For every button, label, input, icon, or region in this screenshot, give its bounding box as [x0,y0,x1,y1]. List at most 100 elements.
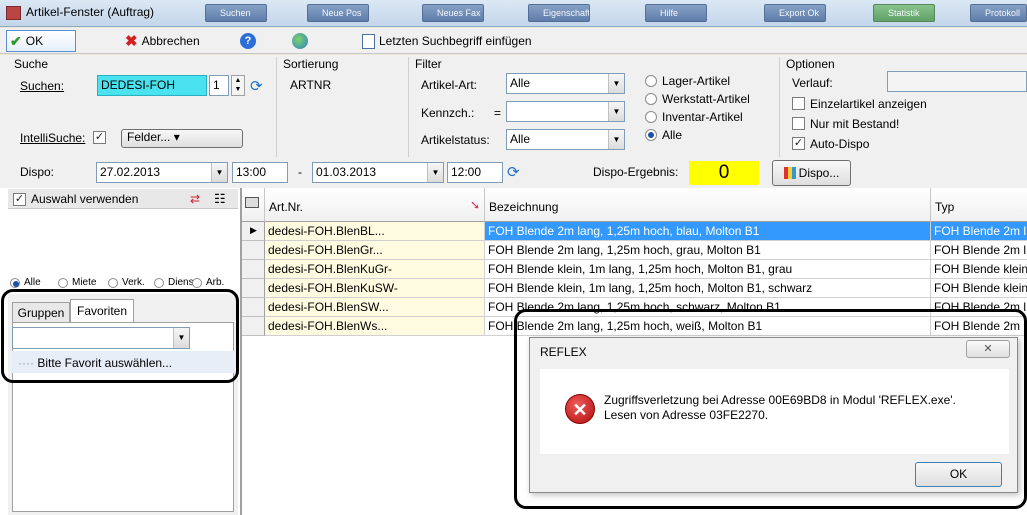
ok-button[interactable]: ✔ OK [6,30,76,52]
radio-inventar-label: Inventar-Artikel [662,110,743,124]
row-header[interactable] [242,298,265,317]
taskbar-button[interactable]: Protokoll [970,4,1027,22]
cell-artnr[interactable]: dedesi-FOH.BlenWs... [265,317,485,336]
row-header[interactable] [242,241,265,260]
cell-typ[interactable]: FOH Blende 2m l [931,222,1027,241]
tree-toggle-icon[interactable]: ⇄ [190,192,200,206]
dispo-from-date[interactable]: 27.02.2013 ▼ [96,162,228,183]
artikelstatus-select[interactable]: Alle ▼ [506,129,625,150]
row-header[interactable]: ▶ [242,222,265,241]
chevron-down-icon[interactable]: ▼ [608,130,624,149]
table-row[interactable]: dedesi-FOH.BlenKuSW- FOH Blende klein, 1m… [242,279,1027,298]
refresh-icon[interactable]: ⟳ [507,163,520,181]
chevron-down-icon[interactable]: ▼ [608,102,624,121]
web-button[interactable] [292,30,308,52]
search-input[interactable]: DEDESI-FOH [97,75,207,96]
chevron-down-icon[interactable]: ▼ [608,74,624,93]
column-header-artnr-label: Art.Nr. [269,200,304,214]
taskbar-button[interactable]: Hilfe [645,4,707,22]
bestand-checkbox[interactable] [792,117,805,130]
dispo-button[interactable]: Dispo... [772,160,851,186]
radio-left-miete[interactable] [58,278,68,288]
dispo-from-time[interactable]: 13:00 [232,162,288,183]
help-button[interactable]: ? [240,30,256,52]
column-header-typ[interactable]: Typ [931,188,1027,222]
cell-typ[interactable]: FOH Blende 2m l [931,241,1027,260]
tree-structure-icon[interactable]: ☷ [214,191,226,207]
cell-artnr[interactable]: dedesi-FOH.BlenKuSW- [265,279,485,298]
taskbar-button[interactable]: Export Ok [764,4,826,22]
radio-left-miete-label: Miete [72,277,97,288]
radio-alle[interactable] [645,129,657,141]
dispo-to-date-value: 01.03.2013 [316,165,377,179]
count-input[interactable]: 1 [209,75,229,96]
dispo-result-label: Dispo-Ergebnis: [593,165,679,179]
refresh-icon[interactable]: ⟳ [250,77,263,95]
divider [408,57,409,157]
cell-bezeichnung[interactable]: FOH Blende klein, 1m lang, 1,25m hoch, M… [485,279,931,298]
radio-left-verk[interactable] [108,278,118,288]
radio-left-alle-label: Alle [24,277,41,288]
paste-search-button[interactable]: Letzten Suchbegriff einfügen [362,30,532,52]
artikelart-select[interactable]: Alle ▼ [506,73,625,94]
count-spinner[interactable]: ▲ ▼ [231,75,245,96]
taskbar-button[interactable]: Eigenschaften [528,4,590,22]
radio-left-dienst[interactable] [154,278,164,288]
einzelartikel-checkbox[interactable] [792,97,805,110]
cell-typ[interactable]: FOH Blende klein [931,279,1027,298]
table-row[interactable]: ▶ dedesi-FOH.BlenBL... FOH Blende 2m lang,… [242,222,1027,241]
chevron-down-icon[interactable]: ▼ [211,163,227,182]
chevron-down-icon[interactable]: ▼ [427,163,443,182]
dispo-to-time[interactable]: 12:00 [447,162,503,183]
table-row[interactable]: dedesi-FOH.BlenKuGr- FOH Blende klein, 1m… [242,260,1027,279]
grid-print-button[interactable] [242,188,265,222]
taskbar-button[interactable]: Statistik [873,4,935,22]
optionen-heading: Optionen [786,57,835,71]
ok-label: OK [25,34,44,48]
bar-chart-icon [783,167,796,179]
radio-lager-label: Lager-Artikel [662,74,731,88]
auswahl-checkbox[interactable]: ✓ [13,193,26,206]
row-header[interactable] [242,260,265,279]
radio-left-alle[interactable] [10,278,20,288]
sort-arrow-icon: ➘ [469,198,480,212]
kennzeichen-select[interactable]: ▼ [506,101,625,122]
radio-inventar[interactable] [645,111,657,123]
window-title: Artikel-Fenster (Auftrag) [26,5,155,19]
cancel-button[interactable]: ✖ Abbrechen [125,30,200,52]
artikelstatus-value: Alle [510,132,531,146]
radio-alle-label: Alle [662,128,683,142]
taskbar-button[interactable]: Suchen [205,4,267,22]
radio-lager[interactable] [645,75,657,87]
verlauf-input[interactable] [887,71,1027,92]
intellisuche-checkbox[interactable]: ✓ [93,131,106,144]
sortierung-heading: Sortierung [283,57,339,71]
bestand-label: Nur mit Bestand! [810,117,900,131]
paste-search-label: Letzten Suchbegriff einfügen [379,34,532,48]
cell-artnr[interactable]: dedesi-FOH.BlenSW... [265,298,485,317]
cell-bezeichnung[interactable]: FOH Blende klein, 1m lang, 1,25m hoch, M… [485,260,931,279]
document-icon [362,33,375,49]
cell-artnr[interactable]: dedesi-FOH.BlenBL... [265,222,485,241]
column-header-bezeichnung[interactable]: Bezeichnung [485,188,931,222]
dispo-to-date[interactable]: 01.03.2013 ▼ [312,162,444,183]
table-row[interactable]: dedesi-FOH.BlenGr... FOH Blende 2m lang, … [242,241,1027,260]
dialog-ok-button[interactable]: OK [915,462,1002,487]
printer-icon [245,197,259,208]
cell-bezeichnung[interactable]: FOH Blende 2m lang, 1,25m hoch, blau, Mo… [485,222,931,241]
row-header[interactable] [242,317,265,336]
toolbar: ✔ OK ✖ Abbrechen ? Letzten Suchbegriff e… [0,28,1027,54]
cell-bezeichnung[interactable]: FOH Blende 2m lang, 1,25m hoch, grau, Mo… [485,241,931,260]
cell-artnr[interactable]: dedesi-FOH.BlenGr... [265,241,485,260]
felder-button[interactable]: Felder... ▾ [121,129,243,148]
taskbar-button[interactable]: Neue Pos [307,4,369,22]
radio-werkstatt[interactable] [645,93,657,105]
auto-dispo-checkbox[interactable]: ✓ [792,137,805,150]
column-header-artnr[interactable]: Art.Nr. ➘ [265,188,485,222]
cell-typ[interactable]: FOH Blende klein [931,260,1027,279]
taskbar-button[interactable]: Neues Fax [422,4,484,22]
cell-artnr[interactable]: dedesi-FOH.BlenKuGr- [265,260,485,279]
dialog-close-button[interactable]: ✕ [966,340,1010,358]
radio-left-arb[interactable] [192,278,202,288]
row-header[interactable] [242,279,265,298]
